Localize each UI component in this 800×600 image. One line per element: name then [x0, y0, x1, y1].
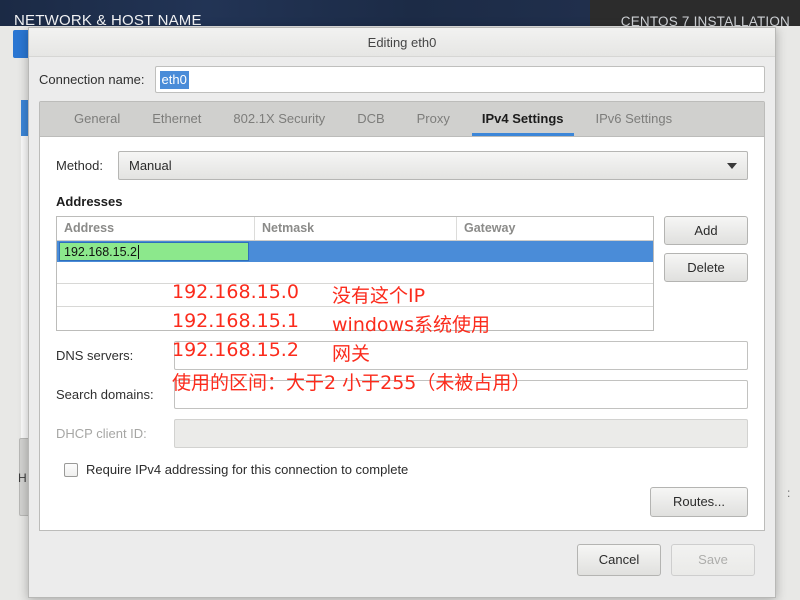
addresses-area: Address Netmask Gateway 192.168.15.2 Add…: [56, 216, 748, 331]
routes-button-wrap: Routes...: [650, 487, 748, 517]
method-row: Method: Manual: [56, 151, 748, 180]
search-domains-label: Search domains:: [56, 387, 154, 402]
dhcp-client-id-input: [174, 419, 748, 448]
dialog-title: Editing eth0: [367, 34, 437, 50]
installer-hostname-label: H: [18, 471, 27, 485]
addresses-section-label: Addresses: [56, 194, 123, 209]
require-ipv4-label: Require IPv4 addressing for this connect…: [86, 462, 409, 477]
dialog-titlebar: Editing eth0: [29, 28, 775, 57]
table-grid-line: [57, 306, 653, 307]
cancel-button[interactable]: Cancel: [577, 544, 661, 576]
method-selected-value: Manual: [129, 158, 172, 173]
tab-ipv6-settings[interactable]: IPv6 Settings: [580, 102, 689, 136]
table-grid-line: [57, 283, 653, 284]
dns-servers-row: DNS servers:: [56, 341, 748, 370]
dhcp-client-id-row: DHCP client ID:: [56, 419, 748, 448]
addresses-table[interactable]: Address Netmask Gateway 192.168.15.2: [56, 216, 654, 331]
tab-ethernet[interactable]: Ethernet: [136, 102, 217, 136]
chevron-down-icon: [727, 162, 737, 169]
delete-button[interactable]: Delete: [664, 253, 748, 282]
addresses-buttons: Add Delete: [664, 216, 748, 282]
add-button[interactable]: Add: [664, 216, 748, 245]
tab-general[interactable]: General: [58, 102, 136, 136]
connection-name-value: eth0: [159, 70, 189, 89]
save-button: Save: [671, 544, 755, 576]
column-header-netmask: Netmask: [255, 217, 457, 240]
text-cursor: [138, 244, 139, 259]
settings-notebook: General Ethernet 802.1X Security DCB Pro…: [39, 101, 765, 531]
connection-name-row: Connection name: eth0: [29, 57, 775, 101]
dns-servers-label: DNS servers:: [56, 348, 134, 363]
tab-8021x-security[interactable]: 802.1X Security: [217, 102, 341, 136]
editing-connection-dialog: Editing eth0 Connection name: eth0 Gener…: [28, 27, 776, 598]
method-select[interactable]: Manual: [118, 151, 748, 180]
tab-proxy[interactable]: Proxy: [401, 102, 466, 136]
require-ipv4-checkbox[interactable]: [64, 462, 78, 477]
tab-dcb[interactable]: DCB: [341, 102, 400, 136]
search-domains-input[interactable]: [174, 380, 748, 409]
tab-ipv4-settings[interactable]: IPv4 Settings: [465, 102, 580, 136]
address-cell-value: 192.168.15.2: [64, 244, 137, 259]
installer-right-marker: :: [787, 486, 791, 500]
addresses-table-header: Address Netmask Gateway: [57, 217, 653, 241]
search-domains-row: Search domains:: [56, 380, 748, 409]
dhcp-client-id-label: DHCP client ID:: [56, 426, 147, 441]
connection-name-label: Connection name:: [39, 72, 145, 87]
table-row[interactable]: 192.168.15.2: [57, 241, 653, 262]
column-header-address: Address: [57, 217, 256, 240]
dialog-action-bar: Cancel Save: [29, 523, 775, 597]
method-label: Method:: [56, 158, 103, 173]
address-cell-editor[interactable]: 192.168.15.2: [59, 242, 249, 261]
connection-name-input[interactable]: eth0: [154, 66, 765, 93]
tab-bar: General Ethernet 802.1X Security DCB Pro…: [40, 102, 764, 137]
require-ipv4-row[interactable]: Require IPv4 addressing for this connect…: [56, 462, 748, 477]
ipv4-settings-page: Method: Manual Addresses Address Netmask…: [40, 137, 764, 531]
dns-servers-input[interactable]: [174, 341, 748, 370]
routes-button[interactable]: Routes...: [650, 487, 748, 517]
column-header-gateway: Gateway: [463, 221, 516, 235]
